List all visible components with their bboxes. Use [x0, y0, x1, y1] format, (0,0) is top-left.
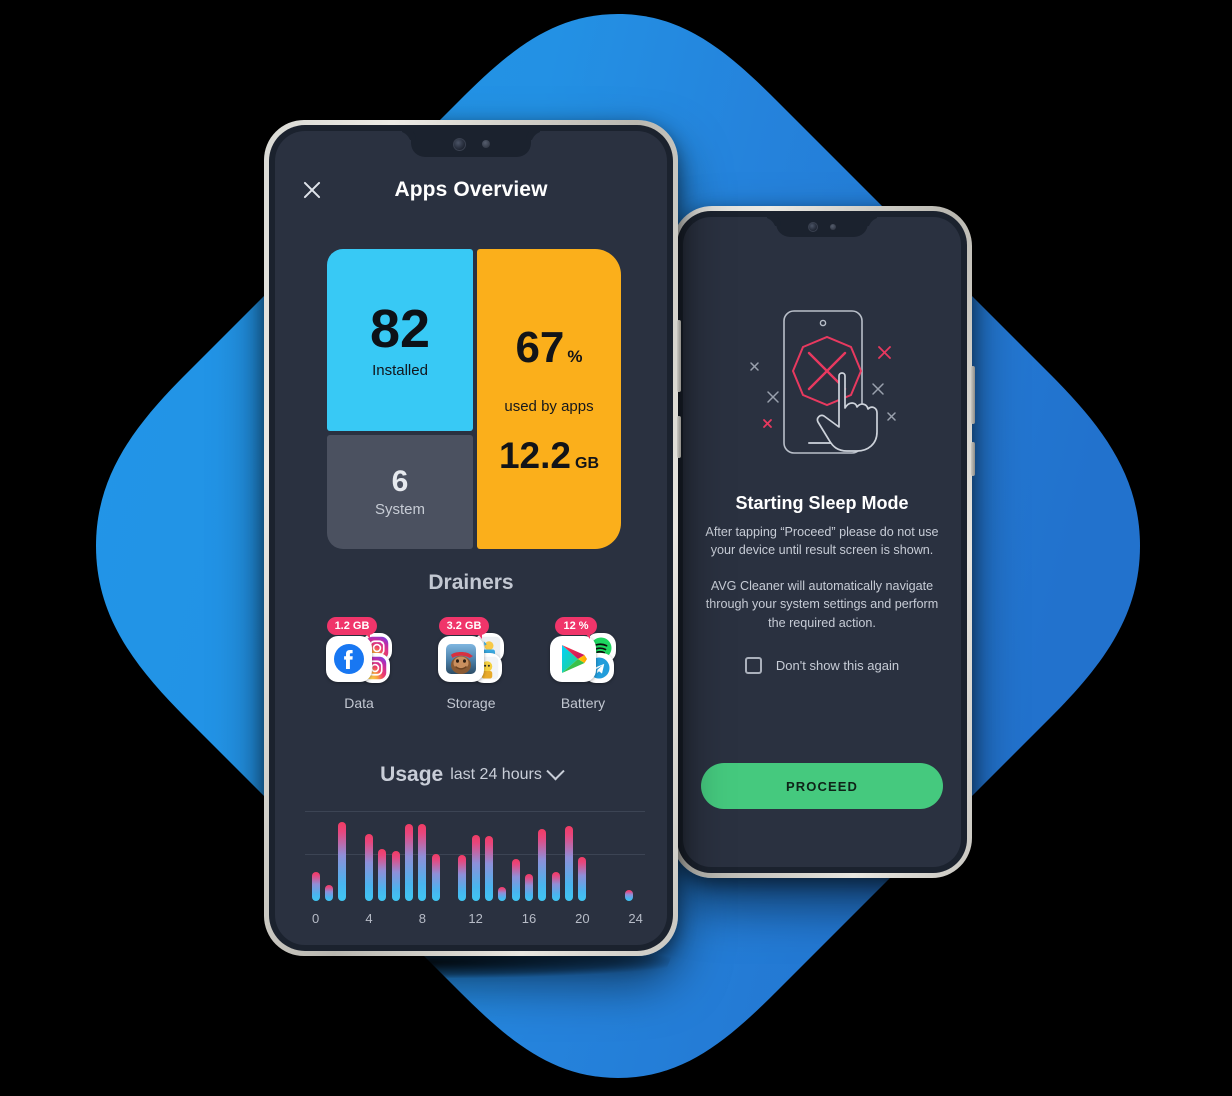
- chart-bar: [538, 828, 547, 901]
- proceed-button[interactable]: PROCEED: [701, 763, 943, 809]
- scene: Starting Sleep Mode After tapping “Proce…: [0, 0, 1232, 1096]
- stat-cards-left-column: 82 Installed 6 System: [327, 249, 473, 549]
- usage-chart-x-axis: 0 4 8 12 16 20 24: [305, 911, 645, 929]
- drainers-title: Drainers: [428, 571, 514, 594]
- usage-range-label: last 24 hours: [450, 766, 542, 783]
- chart-bar: [365, 833, 373, 901]
- chart-bar: [311, 872, 320, 901]
- chart-x-tick: 12: [468, 911, 483, 926]
- chart-x-tick: 4: [365, 911, 373, 926]
- drainer-badge: 1.2 GB: [326, 617, 378, 639]
- phone-back-bezel: Starting Sleep Mode After tapping “Proce…: [677, 211, 967, 873]
- phone-back-device: Starting Sleep Mode After tapping “Proce…: [672, 206, 975, 878]
- installed-apps-card[interactable]: 82 Installed: [327, 249, 473, 431]
- storage-percent-value: 67: [515, 323, 565, 372]
- volume-button[interactable]: [971, 442, 975, 476]
- drainers-list: 1.2 GB Data 3.2 GB Storage 12 % Battery: [303, 617, 639, 711]
- dont-show-again-label: Don't show this again: [775, 658, 900, 673]
- sleep-mode-paragraph-2: AVG Cleaner will automatically navigate …: [705, 579, 939, 630]
- drainer-label: Data: [344, 695, 374, 711]
- drainer-label: Storage: [446, 695, 496, 711]
- drainer-item[interactable]: 1.2 GB Data: [307, 617, 411, 711]
- drainer-badge: 3.2 GB: [438, 617, 490, 639]
- drainer-icon-stack: [550, 631, 616, 687]
- chart-bar: [391, 850, 400, 901]
- drainer-badge: 12 %: [555, 617, 597, 639]
- chevron-down-icon[interactable]: [546, 761, 565, 780]
- storage-percent-row: 67 %: [515, 326, 582, 370]
- sleep-mode-illustration: [727, 303, 917, 468]
- drainer-label: Battery: [560, 695, 606, 711]
- system-apps-card[interactable]: 6 System: [327, 435, 473, 549]
- chart-bar: [338, 822, 347, 901]
- storage-size-value: 12.2: [498, 435, 571, 476]
- chart-bar: [578, 857, 587, 901]
- installed-apps-label: Installed: [372, 361, 428, 379]
- system-apps-label: System: [374, 500, 425, 518]
- app-bar: Apps Overview: [275, 167, 667, 213]
- chart-x-tick: 16: [521, 911, 537, 926]
- storage-size-row: 12.2 GB: [499, 437, 599, 474]
- usage-title: Usage: [380, 763, 444, 786]
- drainer-item[interactable]: 3.2 GB Storage: [419, 617, 523, 711]
- sleep-mode-title: Starting Sleep Mode: [735, 493, 909, 513]
- chart-bar: [458, 854, 467, 901]
- apps-overview-screen: Apps Overview 82 Installed 6 System 67 %…: [275, 131, 667, 945]
- game-app-icon: [438, 636, 484, 682]
- facebook-icon: [326, 636, 372, 682]
- google-play-icon: [550, 636, 596, 682]
- chart-bar: [405, 823, 413, 901]
- chart-bar: [525, 874, 533, 901]
- close-icon[interactable]: [301, 179, 323, 201]
- chart-bar: [418, 823, 427, 901]
- drainer-icon-stack: [438, 631, 504, 687]
- chart-bar: [431, 853, 440, 901]
- power-button[interactable]: [677, 320, 681, 392]
- chart-bar: [551, 871, 560, 901]
- phone-back-notch: [776, 217, 868, 237]
- phone-front-device: Apps Overview 82 Installed 6 System 67 %…: [264, 120, 681, 956]
- volume-button[interactable]: [677, 416, 681, 458]
- chart-gridline: [305, 811, 645, 812]
- usage-section-header[interactable]: Usage last 24 hours: [275, 761, 667, 787]
- sleep-mode-paragraph-1: After tapping “Proceed” please do not us…: [705, 525, 939, 558]
- stat-cards: 82 Installed 6 System 67 % used by apps …: [327, 249, 621, 549]
- sleep-mode-screen: Starting Sleep Mode After tapping “Proce…: [683, 217, 961, 867]
- proximity-sensor-icon: [830, 224, 836, 230]
- chart-x-tick: 24: [628, 911, 643, 926]
- usage-bar-chart: [305, 811, 645, 901]
- chart-bar: [471, 835, 480, 901]
- chart-x-tick: 8: [418, 911, 426, 926]
- chart-x-tick: 0: [312, 911, 320, 926]
- dont-show-again-checkbox[interactable]: [744, 657, 762, 674]
- storage-used-caption: used by apps: [504, 398, 594, 415]
- storage-size-unit: GB: [575, 455, 599, 472]
- dont-show-again-row[interactable]: Don't show this again: [683, 657, 961, 674]
- installed-apps-value: 82: [369, 298, 431, 359]
- drainer-item[interactable]: 12 % Battery: [531, 617, 635, 711]
- storage-percent-unit: %: [567, 347, 583, 366]
- drainer-icon-stack: [326, 631, 392, 687]
- system-apps-value: 6: [391, 464, 409, 498]
- proximity-sensor-icon: [481, 140, 490, 148]
- chart-bar: [565, 826, 573, 901]
- chart-bar: [378, 848, 387, 901]
- phone-front-bezel: Apps Overview 82 Installed 6 System 67 %…: [269, 125, 673, 951]
- power-button[interactable]: [971, 366, 975, 424]
- chart-bar: [325, 885, 333, 901]
- chart-x-tick: 20: [575, 911, 590, 926]
- page-title: Apps Overview: [394, 178, 548, 201]
- front-camera-icon: [452, 137, 466, 151]
- chart-bar: [498, 886, 507, 901]
- storage-used-card[interactable]: 67 % used by apps 12.2 GB: [477, 249, 621, 549]
- phone-front-notch: [411, 131, 531, 157]
- chart-bar: [625, 890, 633, 901]
- chart-bar: [511, 859, 520, 901]
- chart-bar: [485, 836, 493, 901]
- front-camera-icon: [808, 222, 818, 232]
